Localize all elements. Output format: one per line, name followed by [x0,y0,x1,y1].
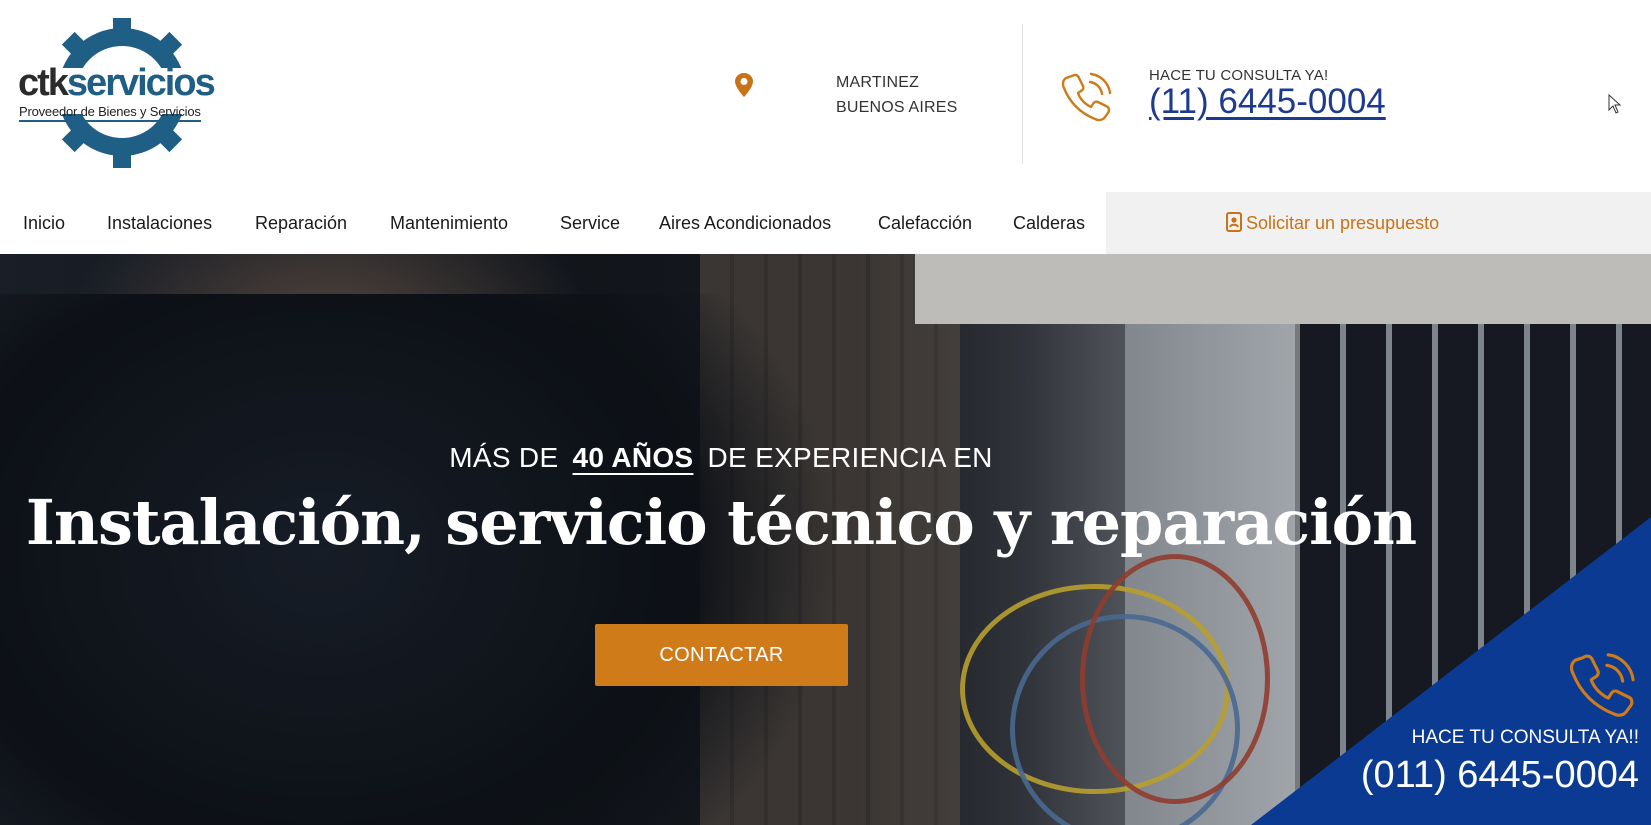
nav-item-aires[interactable]: Aires Acondicionados [659,192,831,254]
request-quote-label: Solicitar un presupuesto [1246,213,1440,233]
location-city: MARTINEZ [836,74,920,91]
phone-icon [1569,653,1635,717]
mouse-cursor-icon [1608,94,1622,114]
nav-item-calderas[interactable]: Calderas [1013,192,1085,254]
map-pin-icon [735,73,753,97]
contact-card-icon [1226,212,1242,232]
logo-brand-text: ctkservicios [18,62,216,104]
request-quote-link[interactable]: Solicitar un presupuesto [1226,192,1439,254]
location-text: MARTINEZ BUENOS AIRES [836,70,958,120]
site-header: ctkservicios Proveedor de Bienes y Servi… [0,0,1651,192]
corner-callout[interactable]: HACE TU CONSULTA YA!! (011) 6445-0004 [1251,517,1651,825]
nav-item-inicio[interactable]: Inicio [23,192,65,254]
nav-item-mantenimiento[interactable]: Mantenimiento [390,192,508,254]
corner-callout-phone[interactable]: (011) 6445-0004 [1361,754,1639,797]
site-logo[interactable]: ctkservicios Proveedor de Bienes y Servi… [16,16,238,168]
nav-item-reparacion[interactable]: Reparación [255,192,347,254]
hero-title: Instalación, servicio técnico y reparaci… [25,486,1417,559]
main-navigation: Inicio Instalaciones Reparación Mantenim… [0,192,1651,254]
hero-subheading: MÁS DE 40 AÑOS DE EXPERIENCIA EN [0,442,1442,474]
hero-sub-highlight: 40 AÑOS [572,442,694,473]
phone-icon [1061,72,1112,122]
header-phone-link[interactable]: (11) 6445-0004 [1149,82,1386,122]
nav-item-service[interactable]: Service [560,192,620,254]
location-province: BUENOS AIRES [836,99,958,116]
hero-sub-prefix: MÁS DE [449,442,559,473]
contact-button[interactable]: CONTACTAR [595,624,848,686]
logo-tagline: Proveedor de Bienes y Servicios [19,104,201,122]
corner-callout-label: HACE TU CONSULTA YA!! [1411,727,1639,748]
header-divider [1022,24,1023,164]
nav-item-calefaccion[interactable]: Calefacción [878,192,972,254]
hero-sub-suffix: DE EXPERIENCIA EN [707,442,993,473]
hero-banner: MÁS DE 40 AÑOS DE EXPERIENCIA EN Instala… [0,254,1651,825]
nav-item-instalaciones[interactable]: Instalaciones [107,192,212,254]
